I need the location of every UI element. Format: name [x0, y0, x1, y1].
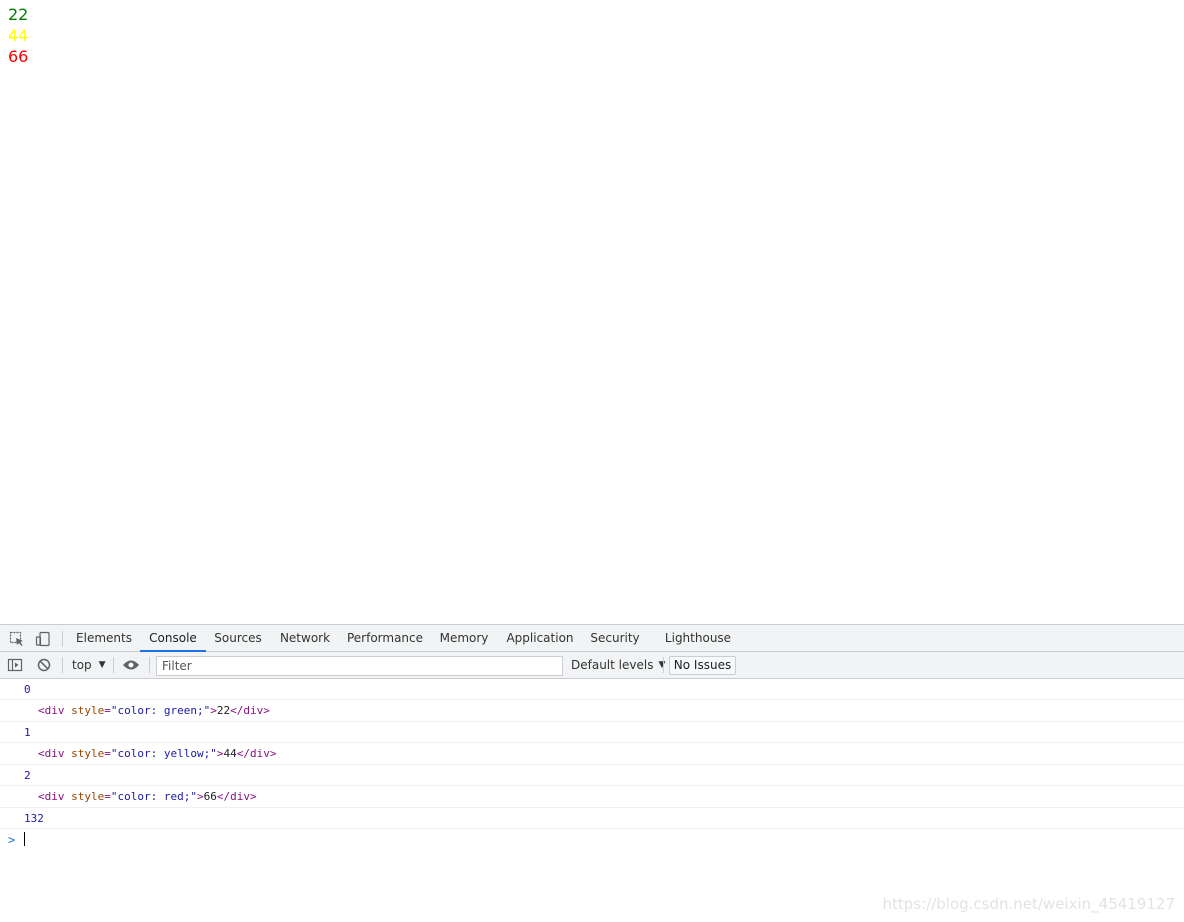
console-element-message[interactable]: <div style="color: green;">22</div>: [0, 700, 1184, 722]
console-log: 0 <div style="color: green;">22</div> 1 …: [0, 679, 1184, 849]
tab-sources[interactable]: Sources: [208, 625, 268, 652]
chevron-down-icon: ▼: [658, 660, 666, 670]
tab-performance[interactable]: Performance: [342, 625, 428, 652]
devtools-tab-bar: Elements Console Sources Network Perform…: [0, 624, 1184, 652]
inspect-element-icon[interactable]: [8, 630, 26, 648]
log-levels-label: Default levels: [571, 658, 654, 672]
watermark: https://blog.csdn.net/weixin_45419127: [882, 895, 1175, 913]
console-message: 0: [0, 679, 1184, 700]
show-sidebar-icon[interactable]: [7, 656, 23, 674]
console-element-message[interactable]: <div style="color: yellow;">44</div>: [0, 743, 1184, 765]
toolbar-divider: [62, 631, 63, 647]
console-toolbar: top ▼ Default levels ▼ No Issues: [0, 652, 1184, 679]
tab-console[interactable]: Console: [140, 625, 206, 652]
clear-console-icon[interactable]: [37, 656, 51, 674]
issues-button[interactable]: No Issues: [669, 656, 736, 675]
device-toolbar-icon[interactable]: [34, 630, 52, 648]
page-line-44: 44: [8, 26, 29, 45]
prompt-chevron-icon: >: [8, 833, 16, 847]
context-selector[interactable]: top ▼: [72, 656, 106, 674]
page-line-66: 66: [8, 47, 29, 66]
tab-application[interactable]: Application: [502, 625, 578, 652]
console-message: 132: [0, 808, 1184, 829]
console-message: 2: [0, 765, 1184, 786]
tab-elements[interactable]: Elements: [72, 625, 136, 652]
console-element-message[interactable]: <div style="color: red;">66</div>: [0, 786, 1184, 808]
toolbar-divider: [62, 657, 63, 673]
toolbar-divider: [113, 657, 114, 673]
text-cursor: [24, 832, 26, 846]
live-expression-eye-icon[interactable]: [122, 656, 140, 674]
tab-lighthouse[interactable]: Lighthouse: [660, 625, 736, 652]
tab-security[interactable]: Security: [586, 625, 644, 652]
console-message: 1: [0, 722, 1184, 743]
toolbar-divider: [663, 657, 664, 673]
chevron-down-icon: ▼: [98, 660, 106, 670]
filter-input[interactable]: [156, 656, 563, 676]
tab-network[interactable]: Network: [274, 625, 336, 652]
page-viewport: 22 44 66: [0, 0, 1184, 624]
tab-memory[interactable]: Memory: [434, 625, 494, 652]
toolbar-divider: [149, 657, 150, 673]
devtools-panel: Elements Console Sources Network Perform…: [0, 624, 1184, 922]
console-prompt[interactable]: >: [0, 829, 1184, 849]
page-line-22: 22: [8, 5, 29, 24]
log-levels-dropdown[interactable]: Default levels ▼: [571, 656, 665, 674]
context-label: top: [72, 658, 92, 672]
